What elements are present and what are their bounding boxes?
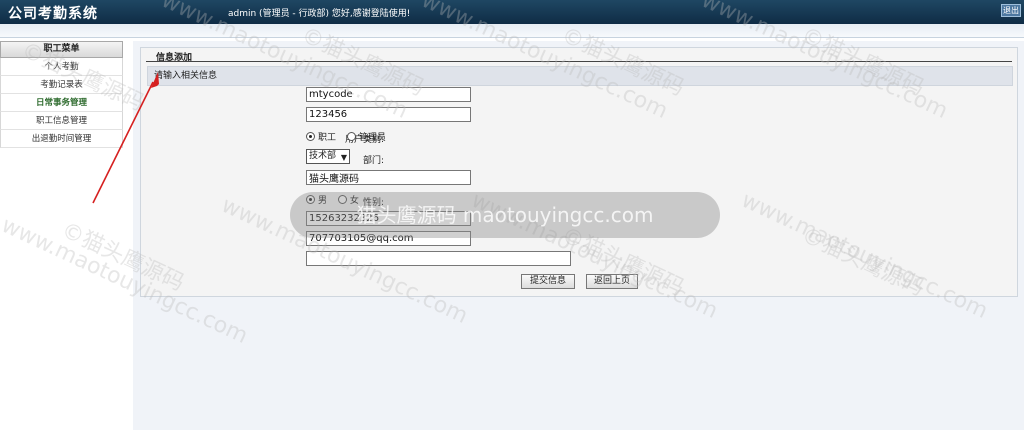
annotation-arrow: [92, 72, 159, 204]
arrow-head: [151, 72, 159, 88]
arrow-shaft: [92, 81, 154, 204]
